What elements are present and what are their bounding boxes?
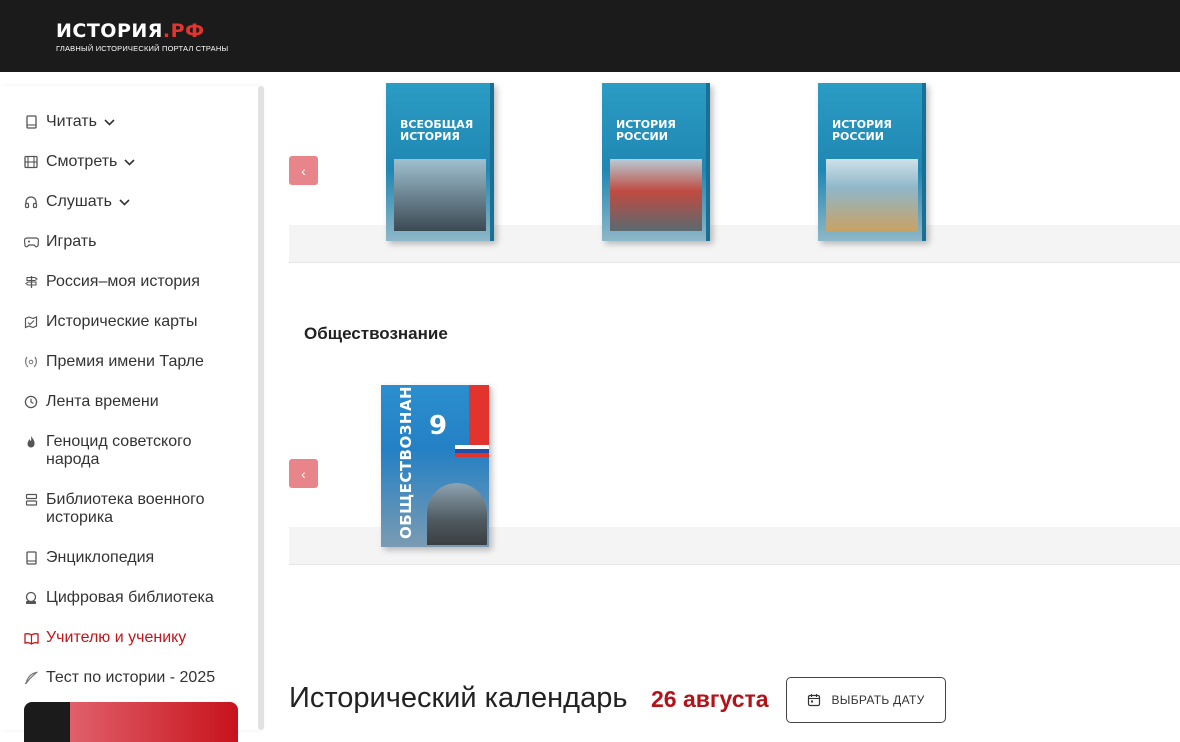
sidebar-item-label: Геноцид советского народа <box>46 433 192 468</box>
book-cover[interactable]: ИСТОРИЯ РОССИИ <box>818 83 926 241</box>
book-cover[interactable]: ОБЩЕСТВОЗНАНИЕ 9 <box>381 362 489 547</box>
sidebar: Читать Смотреть Слушать Играть Россия–мо… <box>0 86 260 742</box>
calendar-title: Исторический календарь <box>289 682 628 714</box>
book-grade: 9 <box>429 411 448 441</box>
book-spine <box>922 83 926 241</box>
sidebar-item-teacher-student[interactable]: Учителю и ученику <box>22 629 186 647</box>
stack-icon <box>22 491 40 509</box>
flame-icon <box>22 433 40 451</box>
book-illustration <box>427 483 487 545</box>
book-spine <box>490 83 494 241</box>
choose-date-button[interactable]: ВЫБРАТЬ ДАТУ <box>786 677 946 723</box>
site-logo[interactable]: ИСТОРИЯ.РФ ГЛАВНЫЙ ИСТОРИЧЕСКИЙ ПОРТАЛ С… <box>56 20 228 53</box>
sidebar-item-play[interactable]: Играть <box>22 233 96 251</box>
book-illustration <box>394 159 486 231</box>
sidebar-item-label: Тест по истории - 2025 <box>46 669 216 686</box>
book-title: ОБЩЕСТВОЗНАНИЕ <box>397 362 415 539</box>
sidebar-item-label: Слушать <box>46 193 112 210</box>
map-icon <box>22 313 40 331</box>
sidebar-item-label: Смотреть <box>46 153 118 170</box>
film-icon <box>22 153 40 171</box>
book-cover[interactable]: ВСЕОБЩАЯ ИСТОРИЯ <box>386 83 494 241</box>
sidebar-item-label: Библиотека военного историка <box>46 491 205 526</box>
book-icon <box>22 549 40 567</box>
main-content: ‹ ВСЕОБЩАЯ ИСТОРИЯ ИСТОРИЯ РОССИИ ИСТОРИ… <box>289 72 1180 730</box>
laurel-icon <box>22 353 40 371</box>
calendar-icon <box>807 693 821 707</box>
book-illustration <box>826 159 918 231</box>
sidebar-item-label: Россия–моя история <box>46 273 200 290</box>
sidebar-item-watch[interactable]: Смотреть <box>22 153 136 171</box>
book-title: ВСЕОБЩАЯ ИСТОРИЯ <box>400 118 474 143</box>
book-red-band <box>469 385 489 445</box>
section-title: Обществознание <box>304 324 448 343</box>
book-title: ИСТОРИЯ РОССИИ <box>832 118 892 143</box>
carousel-prev-button[interactable]: ‹ <box>289 459 318 488</box>
sidebar-item-timeline[interactable]: Лента времени <box>22 393 159 411</box>
sidebar-item-label: Лента времени <box>46 393 159 410</box>
carousel-prev-button[interactable]: ‹ <box>289 156 318 185</box>
book-illustration <box>610 159 702 231</box>
logo-tagline: ГЛАВНЫЙ ИСТОРИЧЕСКИЙ ПОРТАЛ СТРАНЫ <box>56 44 229 53</box>
book-icon <box>22 113 40 131</box>
sidebar-item-label: Энциклопедия <box>46 549 155 566</box>
book-cover[interactable]: ИСТОРИЯ РОССИИ <box>602 83 710 241</box>
sidebar-item-label: Учителю и ученику <box>46 629 187 646</box>
headphones-icon <box>22 193 40 211</box>
gamepad-icon <box>22 233 40 251</box>
clock-icon <box>22 393 40 411</box>
sidebar-item-listen[interactable]: Слушать <box>22 193 131 211</box>
chevron-down-icon <box>119 193 131 211</box>
sidebar-item-tarle-prize[interactable]: Премия имени Тарле <box>22 353 204 371</box>
sidebar-item-russia-my-history[interactable]: Россия–моя история <box>22 273 200 291</box>
book-spine <box>706 83 710 241</box>
sidebar-item-label: Премия имени Тарле <box>46 353 204 370</box>
book-title: ИСТОРИЯ РОССИИ <box>616 118 676 143</box>
sidebar-item-label: Исторические карты <box>46 313 198 330</box>
calendar-date: 26 августа <box>651 686 769 712</box>
sidebar-item-label: Цифровая библиотека <box>46 589 214 606</box>
sidebar-item-historical-maps[interactable]: Исторические карты <box>22 313 198 331</box>
digital-library-icon <box>22 589 40 607</box>
sidebar-item-history-test[interactable]: Тест по истории - 2025 <box>22 669 215 687</box>
sidebar-item-label: Читать <box>46 113 97 130</box>
open-book-icon <box>22 629 40 647</box>
sidebar-item-genocide[interactable]: Геноцид советского народа <box>22 433 226 469</box>
chevron-down-icon <box>104 113 116 131</box>
logo-wordmark: ИСТОРИЯ.РФ <box>56 20 205 42</box>
signpost-icon <box>22 273 40 291</box>
sidebar-item-military-library[interactable]: Библиотека военного историка <box>22 491 226 527</box>
sidebar-scrollbar[interactable] <box>258 86 264 730</box>
sidebar-item-label: Играть <box>46 233 97 250</box>
sidebar-item-digital-library[interactable]: Цифровая библиотека <box>22 589 214 607</box>
chevron-left-icon: ‹ <box>301 162 306 179</box>
promo-banner[interactable] <box>24 702 238 742</box>
chevron-left-icon: ‹ <box>301 465 306 482</box>
choose-date-label: ВЫБРАТЬ ДАТУ <box>831 693 925 707</box>
sidebar-item-read[interactable]: Читать <box>22 113 116 131</box>
quill-icon <box>22 669 40 687</box>
book-flag-band <box>455 445 489 457</box>
chevron-down-icon <box>124 153 136 171</box>
site-header: ИСТОРИЯ.РФ ГЛАВНЫЙ ИСТОРИЧЕСКИЙ ПОРТАЛ С… <box>0 0 1180 72</box>
sidebar-item-encyclopedia[interactable]: Энциклопедия <box>22 549 154 567</box>
